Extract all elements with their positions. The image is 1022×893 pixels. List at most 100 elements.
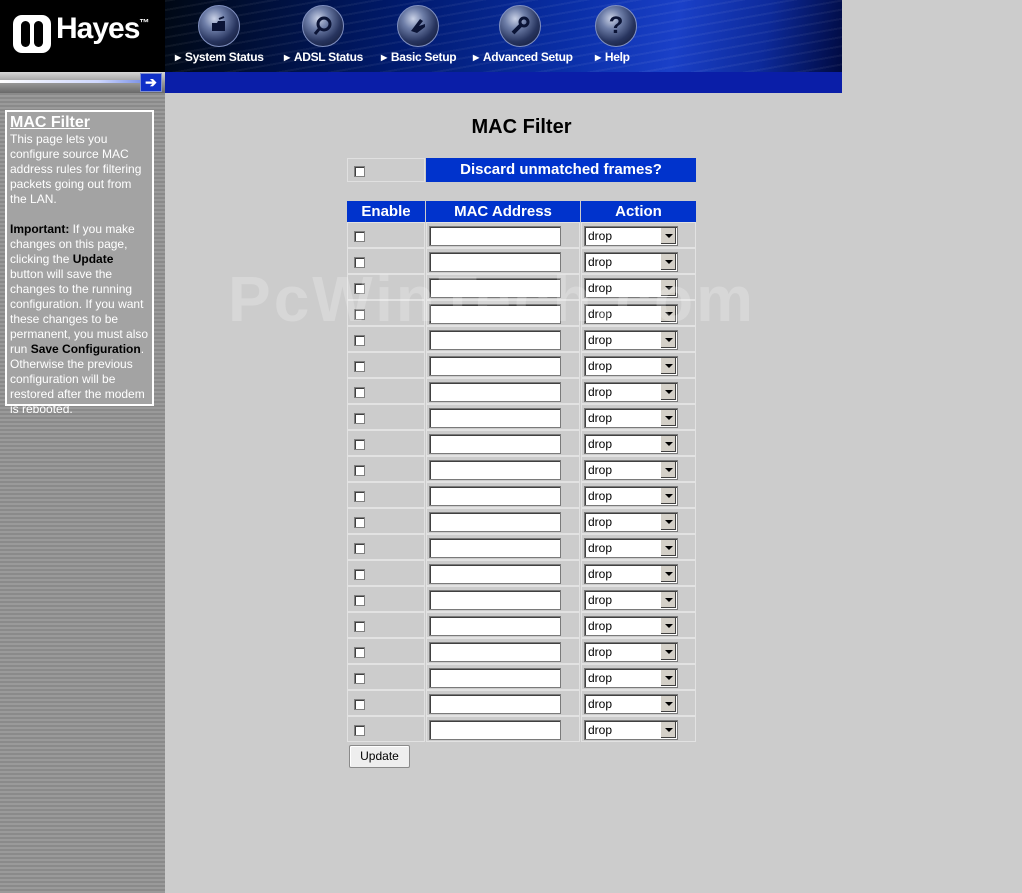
action-select[interactable]: drop xyxy=(584,330,678,350)
enable-checkbox[interactable] xyxy=(354,413,365,424)
action-select[interactable]: drop xyxy=(584,512,678,532)
enable-checkbox[interactable] xyxy=(354,491,365,502)
mac-address-input[interactable] xyxy=(429,616,561,636)
action-select[interactable]: drop xyxy=(584,642,678,662)
chevron-down-icon[interactable] xyxy=(660,618,676,634)
mac-address-input[interactable] xyxy=(429,668,561,688)
update-button[interactable]: Update xyxy=(349,745,410,768)
nav-adsl-status[interactable]: ▶ ADSL Status xyxy=(282,0,372,72)
nav-label-adsl-status[interactable]: ▶ ADSL Status xyxy=(284,50,363,64)
enable-checkbox[interactable] xyxy=(354,621,365,632)
hayes-logo[interactable]: Hayes™ xyxy=(0,0,165,72)
mac-address-input[interactable] xyxy=(429,434,561,454)
discard-unmatched-checkbox[interactable] xyxy=(354,166,365,177)
help-title[interactable]: MAC Filter xyxy=(10,114,149,132)
nav-system-status[interactable]: ▶ System Status xyxy=(175,0,275,72)
mac-address-input[interactable] xyxy=(429,590,561,610)
action-select[interactable]: drop xyxy=(584,382,678,402)
enable-checkbox[interactable] xyxy=(354,309,365,320)
mac-address-input[interactable] xyxy=(429,538,561,558)
chevron-down-icon[interactable] xyxy=(660,358,676,374)
enable-checkbox[interactable] xyxy=(354,231,365,242)
enable-checkbox[interactable] xyxy=(354,699,365,710)
action-select[interactable]: drop xyxy=(584,538,678,558)
enable-checkbox[interactable] xyxy=(354,335,365,346)
mac-address-input[interactable] xyxy=(429,226,561,246)
action-select[interactable]: drop xyxy=(584,564,678,584)
action-select[interactable]: drop xyxy=(584,668,678,688)
chevron-down-icon[interactable] xyxy=(660,254,676,270)
chevron-down-icon[interactable] xyxy=(660,228,676,244)
mac-address-input[interactable] xyxy=(429,382,561,402)
enable-checkbox[interactable] xyxy=(354,647,365,658)
nav-label-basic-setup[interactable]: ▶ Basic Setup xyxy=(381,50,457,64)
enable-checkbox[interactable] xyxy=(354,673,365,684)
nav-help[interactable]: ? ▶ Help xyxy=(595,0,665,72)
action-select[interactable]: drop xyxy=(584,590,678,610)
nav-label-advanced-setup[interactable]: ▶ Advanced Setup xyxy=(473,50,573,64)
action-select[interactable]: drop xyxy=(584,252,678,272)
chevron-down-icon[interactable] xyxy=(660,332,676,348)
mac-address-input[interactable] xyxy=(429,252,561,272)
action-select[interactable]: drop xyxy=(584,304,678,324)
enable-checkbox[interactable] xyxy=(354,517,365,528)
chevron-down-icon[interactable] xyxy=(660,514,676,530)
mac-address-input[interactable] xyxy=(429,408,561,428)
nav-advanced-setup[interactable]: ▶ Advanced Setup xyxy=(472,0,582,72)
enable-checkbox[interactable] xyxy=(354,439,365,450)
enable-checkbox[interactable] xyxy=(354,283,365,294)
enable-checkbox[interactable] xyxy=(354,569,365,580)
action-select[interactable]: drop xyxy=(584,720,678,740)
mac-address-input[interactable] xyxy=(429,486,561,506)
enable-checkbox[interactable] xyxy=(354,543,365,554)
action-select[interactable]: drop xyxy=(584,278,678,298)
mac-address-input[interactable] xyxy=(429,512,561,532)
chevron-down-icon[interactable] xyxy=(660,436,676,452)
action-select[interactable]: drop xyxy=(584,486,678,506)
chevron-down-icon[interactable] xyxy=(660,280,676,296)
magnifier-icon[interactable] xyxy=(302,5,344,47)
mac-address-input[interactable] xyxy=(429,356,561,376)
action-select[interactable]: drop xyxy=(584,226,678,246)
chevron-down-icon[interactable] xyxy=(660,722,676,738)
chevron-down-icon[interactable] xyxy=(660,306,676,322)
action-select-value: drop xyxy=(588,723,613,737)
action-select[interactable]: drop xyxy=(584,408,678,428)
chevron-down-icon[interactable] xyxy=(660,384,676,400)
enable-checkbox[interactable] xyxy=(354,361,365,372)
enable-checkbox[interactable] xyxy=(354,387,365,398)
chevron-down-icon[interactable] xyxy=(660,488,676,504)
action-select[interactable]: drop xyxy=(584,616,678,636)
hand-icon[interactable] xyxy=(397,5,439,47)
mac-address-input[interactable] xyxy=(429,330,561,350)
enable-checkbox[interactable] xyxy=(354,725,365,736)
action-select[interactable]: drop xyxy=(584,694,678,714)
nav-label-system-status[interactable]: ▶ System Status xyxy=(175,50,264,64)
chevron-down-icon[interactable] xyxy=(660,462,676,478)
nav-label-help[interactable]: ▶ Help xyxy=(595,50,630,64)
enable-checkbox[interactable] xyxy=(354,257,365,268)
folder-icon[interactable] xyxy=(198,5,240,47)
mac-address-input[interactable] xyxy=(429,460,561,480)
chevron-down-icon[interactable] xyxy=(660,644,676,660)
chevron-down-icon[interactable] xyxy=(660,566,676,582)
mac-address-input[interactable] xyxy=(429,278,561,298)
question-icon[interactable]: ? xyxy=(595,5,637,47)
action-select[interactable]: drop xyxy=(584,356,678,376)
chevron-down-icon[interactable] xyxy=(660,670,676,686)
chevron-down-icon[interactable] xyxy=(660,410,676,426)
mac-address-input[interactable] xyxy=(429,564,561,584)
chevron-down-icon[interactable] xyxy=(660,696,676,712)
enable-checkbox[interactable] xyxy=(354,465,365,476)
enable-checkbox[interactable] xyxy=(354,595,365,606)
wrench-icon[interactable] xyxy=(499,5,541,47)
action-select[interactable]: drop xyxy=(584,460,678,480)
mac-address-input[interactable] xyxy=(429,720,561,740)
mac-address-input[interactable] xyxy=(429,694,561,714)
chevron-down-icon[interactable] xyxy=(660,540,676,556)
chevron-down-icon[interactable] xyxy=(660,592,676,608)
mac-address-input[interactable] xyxy=(429,642,561,662)
nav-basic-setup[interactable]: ▶ Basic Setup xyxy=(378,0,473,72)
action-select[interactable]: drop xyxy=(584,434,678,454)
mac-address-input[interactable] xyxy=(429,304,561,324)
